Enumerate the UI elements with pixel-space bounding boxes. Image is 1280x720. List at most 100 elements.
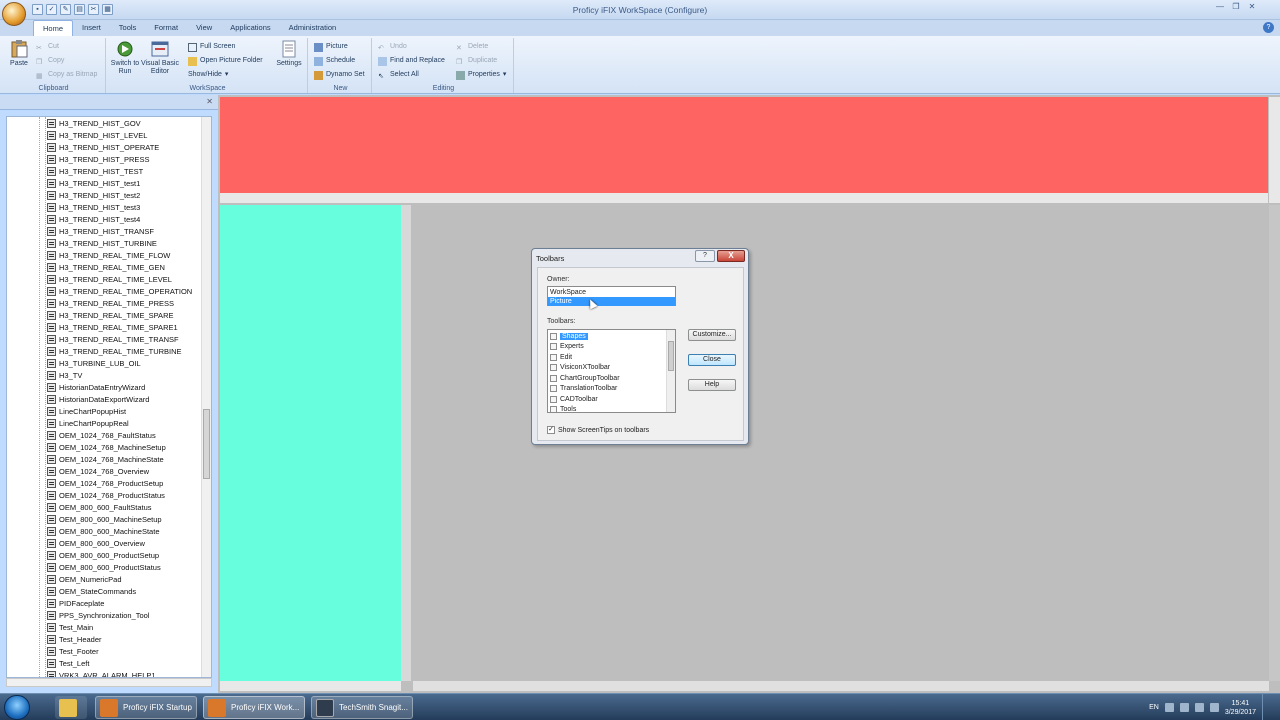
tree-item[interactable]: OEM_1024_768_MachineState [47, 453, 164, 465]
close-icon[interactable]: ✕ [1244, 1, 1260, 13]
tab-home[interactable]: Home [33, 20, 74, 37]
tree-item[interactable]: OEM_800_600_FaultStatus [47, 501, 152, 513]
application-orb-button[interactable] [2, 2, 26, 26]
start-button[interactable] [4, 695, 30, 720]
select-all-button[interactable]: ⇖ Select All [378, 69, 419, 81]
volume-icon[interactable] [1209, 703, 1219, 712]
tree-item[interactable]: OEM_800_600_ProductStatus [47, 561, 161, 573]
tab-insert[interactable]: Insert [73, 20, 110, 36]
tree-item[interactable]: OEM_800_600_Overview [47, 537, 145, 549]
toolbar-list-item[interactable]: Shapes [550, 331, 662, 341]
tree-item[interactable]: OEM_StateCommands [47, 585, 136, 597]
minimize-icon[interactable]: — [1212, 1, 1228, 13]
tab-applications[interactable]: Applications [221, 20, 279, 36]
tree-item[interactable]: H3_TREND_REAL_TIME_SPARE1 [47, 321, 178, 333]
visual-basic-editor-button[interactable]: Visual Basic Editor [140, 40, 180, 76]
customize-button[interactable]: Customize... [688, 329, 736, 341]
left-picture-pane[interactable] [220, 205, 401, 681]
tree-item[interactable]: OEM_800_600_MachineState [47, 525, 160, 537]
help-button[interactable]: Help [688, 379, 736, 391]
tree-item[interactable]: H3_TREND_REAL_TIME_TURBINE [47, 345, 182, 357]
show-hidden-icons-icon[interactable] [1164, 703, 1174, 712]
owner-item-workspace[interactable]: WorkSpace [548, 288, 675, 297]
tree-item[interactable]: H3_TREND_HIST_test3 [47, 201, 140, 213]
open-picture-folder-button[interactable]: Open Picture Folder [188, 55, 263, 67]
header-pane-v-scrollbar[interactable] [1269, 97, 1280, 203]
tree-item[interactable]: H3_TREND_HIST_PRESS [47, 153, 149, 165]
tree-item[interactable]: H3_TREND_HIST_TEST [47, 165, 143, 177]
toolbar-checkbox[interactable] [550, 374, 557, 382]
duplicate-button[interactable]: ❐ Duplicate [456, 55, 497, 67]
properties-dropdown[interactable]: Properties ▾ [456, 69, 506, 81]
tree-item[interactable]: H3_TREND_HIST_TRANSF [47, 225, 154, 237]
cut-button[interactable]: ✂ Cut [36, 41, 59, 53]
tree-item[interactable]: H3_TREND_REAL_TIME_SPARE [47, 309, 173, 321]
tree-item[interactable]: H3_TREND_HIST_OPERATE [47, 141, 159, 153]
tree-item[interactable]: LineChartPopupReal [47, 417, 129, 429]
tree-item[interactable]: PIDFaceplate [47, 597, 104, 609]
tab-view[interactable]: View [187, 20, 221, 36]
tree-horizontal-scrollbar[interactable] [6, 678, 212, 687]
tree-item[interactable]: H3_TREND_REAL_TIME_OPERATION [47, 285, 192, 297]
main-pane-v-scrollbar[interactable] [1269, 205, 1280, 681]
tree-item[interactable]: Test_Header [47, 633, 102, 645]
toolbars-scrollbar-thumb[interactable] [668, 341, 674, 371]
delete-button[interactable]: ✕ Delete [456, 41, 488, 53]
toolbar-list-item[interactable]: VisiconXToolbar [550, 363, 662, 373]
tree-item[interactable]: H3_TREND_REAL_TIME_TRANSF [47, 333, 179, 345]
find-replace-button[interactable]: Find and Replace [378, 55, 445, 67]
tab-format[interactable]: Format [145, 20, 187, 36]
tree-item[interactable]: H3_TREND_HIST_LEVEL [47, 129, 147, 141]
toolbar-checkbox[interactable] [550, 385, 557, 392]
toolbar-checkbox[interactable] [550, 343, 557, 350]
tree-item[interactable]: H3_TREND_HIST_test4 [47, 213, 140, 225]
taskbar-app-snagit[interactable]: TechSmith Snagit... [311, 696, 413, 719]
toolbar-list-item[interactable]: TranslationToolbar [550, 384, 662, 394]
action-center-icon[interactable] [1179, 703, 1189, 712]
tree-item[interactable]: LineChartPopupHist [47, 405, 126, 417]
toolbar-list-item[interactable]: Tools [550, 405, 662, 412]
tree-item[interactable]: VRK3_AVR_ALARM_HELP1 [47, 669, 156, 677]
language-indicator[interactable]: EN [1149, 704, 1159, 711]
tree-item[interactable]: Test_Footer [47, 645, 99, 657]
main-pane-h-scrollbar[interactable] [413, 681, 1269, 691]
tree-item[interactable]: Test_Left [47, 657, 89, 669]
new-picture-button[interactable]: Picture [314, 41, 348, 53]
tree-item[interactable]: OEM_1024_768_MachineSetup [47, 441, 166, 453]
tree-scrollbar-thumb[interactable] [203, 409, 210, 479]
close-pane-icon[interactable]: ✕ [206, 97, 213, 106]
tree-item[interactable]: OEM_NumericPad [47, 573, 122, 585]
dialog-close-icon[interactable]: X [717, 250, 745, 262]
toolbar-list-item[interactable]: Experts [550, 342, 662, 352]
undo-button[interactable]: ↶ Undo [378, 41, 407, 53]
tree-item[interactable]: H3_TREND_REAL_TIME_GEN [47, 261, 165, 273]
tree-item[interactable]: H3_TURBINE_LUB_OIL [47, 357, 141, 369]
toolbar-list-item[interactable]: Edit [550, 352, 662, 362]
show-hide-dropdown[interactable]: Show/Hide ▾ [188, 69, 228, 81]
left-pane-v-scrollbar[interactable] [401, 205, 411, 681]
tree-scrollbar[interactable] [201, 117, 211, 677]
tree-item[interactable]: H3_TREND_REAL_TIME_LEVEL [47, 273, 172, 285]
tab-administration[interactable]: Administration [280, 20, 346, 36]
tree-item[interactable]: PPS_Synchronization_Tool [47, 609, 149, 621]
copy-button[interactable]: ❐ Copy [36, 55, 64, 67]
restore-icon[interactable]: ❐ [1228, 1, 1244, 13]
toolbars-listbox[interactable]: Shapes Experts Edit VisiconXToolbar ChartGro… [547, 329, 676, 413]
toolbar-list-item[interactable]: CADToolbar [550, 394, 662, 404]
switch-to-run-button[interactable]: Switch to Run [110, 40, 140, 76]
tree-item[interactable]: H3_TV [47, 369, 82, 381]
close-button[interactable]: Close [688, 354, 736, 366]
full-screen-button[interactable]: Full Screen [188, 41, 235, 53]
toolbar-checkbox[interactable] [550, 332, 557, 340]
tree-item[interactable]: OEM_1024_768_ProductSetup [47, 477, 163, 489]
left-pane-h-scrollbar[interactable] [220, 681, 401, 691]
tree-item[interactable]: H3_TREND_REAL_TIME_PRESS [47, 297, 174, 309]
owner-listbox[interactable]: WorkSpace Picture [547, 286, 676, 306]
show-desktop-button[interactable] [1262, 694, 1274, 720]
explorer-taskbar-button[interactable] [55, 696, 87, 719]
tab-tools[interactable]: Tools [110, 20, 146, 36]
tree-item[interactable]: H3_TREND_HIST_test1 [47, 177, 140, 189]
new-schedule-button[interactable]: Schedule [314, 55, 355, 67]
tree-item[interactable]: Test_Main [47, 621, 93, 633]
network-icon[interactable] [1194, 703, 1204, 712]
